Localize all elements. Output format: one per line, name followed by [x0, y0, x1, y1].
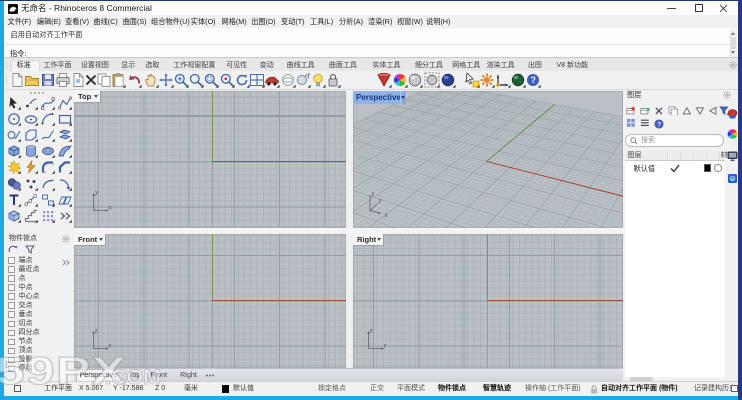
svg-text:?: ? [531, 75, 537, 85]
svg-text:z: z [94, 326, 98, 334]
svg-text:?: ? [657, 121, 661, 128]
svg-text:x: x [107, 203, 112, 211]
svg-text:y: y [382, 341, 387, 349]
svg-text:y: y [378, 196, 383, 204]
svg-text:y: y [94, 188, 99, 196]
svg-text:z: z [369, 326, 373, 334]
svg-text:x: x [107, 341, 112, 349]
svg-text:z: z [371, 190, 375, 198]
svg-text:x: x [384, 211, 389, 219]
